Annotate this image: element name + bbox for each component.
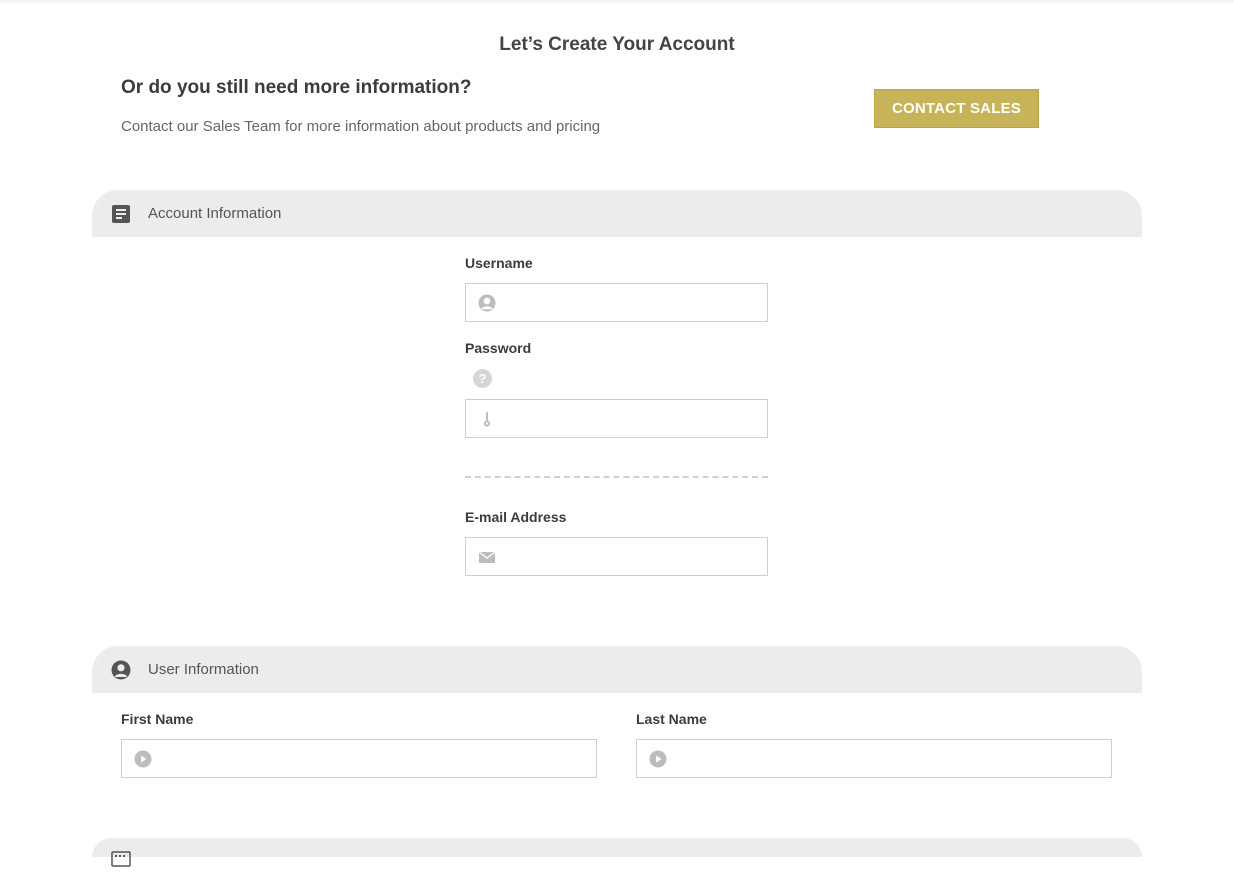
first-name-field[interactable]	[121, 739, 597, 778]
last-name-label: Last Name	[636, 711, 707, 727]
document-icon	[111, 204, 131, 224]
email-input[interactable]	[508, 538, 757, 575]
contact-sales-button[interactable]: CONTACT SALES	[874, 89, 1039, 128]
help-icon[interactable]: ?	[473, 369, 492, 388]
last-name-input[interactable]	[679, 740, 1101, 777]
last-name-field[interactable]	[636, 739, 1112, 778]
sales-heading: Or do you still need more information?	[121, 77, 472, 98]
password-label: Password	[465, 340, 532, 356]
next-section-header	[92, 838, 1142, 867]
password-input[interactable]	[508, 400, 757, 437]
first-name-label: First Name	[121, 711, 194, 727]
user-information-title: User Information	[148, 661, 259, 678]
keyboard-icon	[111, 851, 131, 871]
play-circle-icon	[649, 750, 667, 768]
first-name-input[interactable]	[164, 740, 586, 777]
username-field[interactable]	[465, 283, 768, 322]
envelope-icon	[478, 548, 496, 566]
sales-subtext: Contact our Sales Team for more informat…	[121, 118, 601, 135]
username-input[interactable]	[508, 284, 757, 321]
user-icon	[111, 660, 131, 680]
email-field[interactable]	[465, 537, 768, 576]
email-label: E-mail Address	[465, 509, 567, 525]
user-icon	[478, 294, 496, 312]
page-title: Let’s Create Your Account	[499, 34, 735, 55]
key-icon	[478, 410, 496, 428]
user-information-header: User Information	[92, 646, 1142, 693]
account-information-title: Account Information	[148, 205, 282, 222]
account-information-header: Account Information	[92, 190, 1142, 237]
username-label: Username	[465, 255, 533, 271]
top-shadow	[0, 0, 1234, 4]
password-field[interactable]	[465, 399, 768, 438]
section-divider	[465, 476, 768, 478]
play-circle-icon	[134, 750, 152, 768]
